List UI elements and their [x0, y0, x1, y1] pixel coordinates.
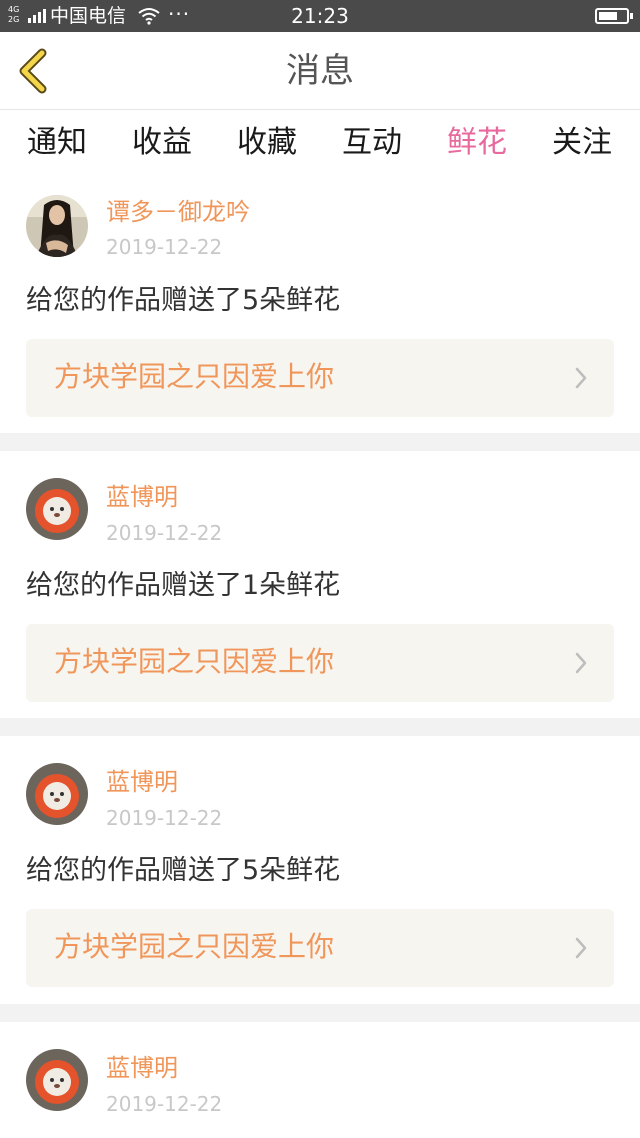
chevron-right-icon — [575, 652, 587, 674]
nav-bar: 消息 — [0, 32, 640, 110]
message-card: 蓝博明 2019-12-22 — [0, 1022, 640, 1138]
message-date: 2019-12-22 — [106, 521, 223, 545]
status-time: 21:23 — [291, 4, 349, 28]
portrait-avatar-icon — [26, 195, 88, 257]
work-title: 方块学园之只因爱上你 — [54, 645, 335, 678]
chevron-right-icon — [575, 367, 587, 389]
user-name[interactable]: 谭多－御龙吟 — [106, 197, 250, 227]
work-link[interactable]: 方块学园之只因爱上你 — [26, 339, 614, 417]
message-card: 谭多－御龙吟 2019-12-22 给您的作品赠送了5朵鲜花 方块学园之只因爱上… — [0, 179, 640, 433]
work-link[interactable]: 方块学园之只因爱上你 — [26, 624, 614, 702]
user-avatar[interactable] — [26, 1049, 88, 1111]
message-date: 2019-12-22 — [106, 1092, 223, 1116]
card-separator — [0, 718, 640, 736]
status-bar: 4G 2G 中国电信 ··· 21:23 — [0, 0, 640, 32]
lion-avatar-icon — [26, 1049, 88, 1111]
message-date: 2019-12-22 — [106, 806, 223, 830]
battery-icon — [595, 8, 633, 24]
work-title: 方块学园之只因爱上你 — [54, 930, 335, 963]
message-text: 给您的作品赠送了5朵鲜花 — [26, 855, 341, 886]
chevron-right-icon — [575, 937, 587, 959]
message-text: 给您的作品赠送了5朵鲜花 — [26, 285, 341, 316]
tab-notify[interactable]: 通知 — [12, 123, 102, 179]
tab-label: 通知 — [27, 125, 87, 160]
message-card: 蓝博明 2019-12-22 给您的作品赠送了5朵鲜花 方块学园之只因爱上你 — [0, 736, 640, 1004]
tab-favorites[interactable]: 收藏 — [222, 123, 312, 179]
tab-label: 鲜花 — [447, 125, 507, 160]
tab-following[interactable]: 关注 — [537, 123, 627, 179]
message-text: 给您的作品赠送了1朵鲜花 — [26, 570, 341, 601]
user-name[interactable]: 蓝博明 — [106, 1053, 178, 1083]
tab-label: 收藏 — [237, 125, 297, 160]
tab-bar: 通知 收益 收藏 互动 鲜花 关注 — [0, 111, 640, 184]
card-separator — [0, 433, 640, 451]
user-avatar[interactable] — [26, 763, 88, 825]
tab-flowers[interactable]: 鲜花 — [432, 123, 522, 184]
card-separator — [0, 1004, 640, 1022]
tab-label: 收益 — [132, 125, 192, 160]
lion-avatar-icon — [26, 478, 88, 540]
tab-label: 关注 — [552, 125, 612, 160]
page-title: 消息 — [286, 51, 354, 91]
user-name[interactable]: 蓝博明 — [106, 767, 178, 797]
lion-avatar-icon — [26, 763, 88, 825]
message-date: 2019-12-22 — [106, 235, 223, 259]
tab-earnings[interactable]: 收益 — [117, 123, 207, 179]
work-link[interactable]: 方块学园之只因爱上你 — [26, 909, 614, 987]
user-name[interactable]: 蓝博明 — [106, 482, 178, 512]
work-title: 方块学园之只因爱上你 — [54, 360, 335, 393]
tab-label: 互动 — [342, 125, 402, 160]
user-avatar[interactable] — [26, 195, 88, 257]
user-avatar[interactable] — [26, 478, 88, 540]
tab-interaction[interactable]: 互动 — [327, 123, 417, 179]
message-card: 蓝博明 2019-12-22 给您的作品赠送了1朵鲜花 方块学园之只因爱上你 — [0, 451, 640, 718]
